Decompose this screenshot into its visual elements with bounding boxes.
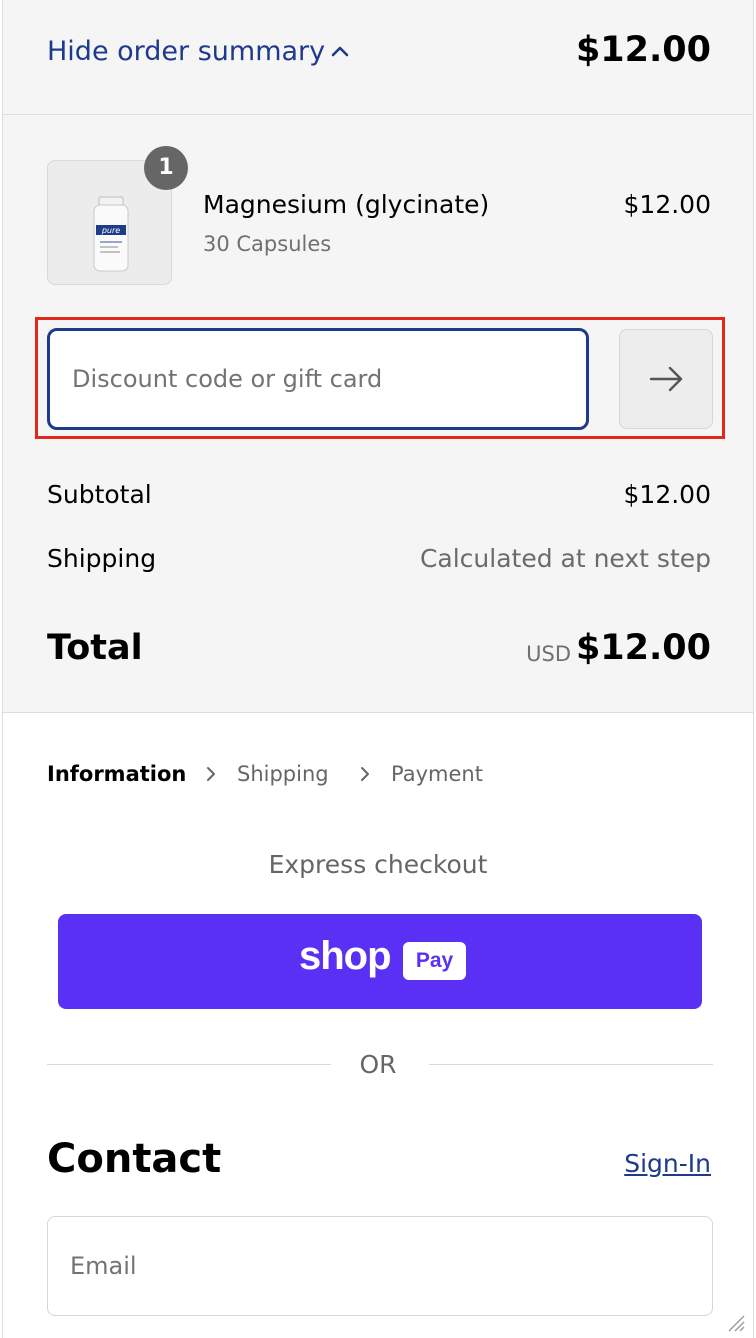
total-currency: USD [526, 642, 571, 666]
product-name: Magnesium (glycinate) [203, 190, 490, 219]
arrow-right-icon [649, 366, 683, 392]
chevron-right-icon [207, 767, 215, 781]
quantity-badge: 1 [144, 146, 188, 190]
resize-handle-icon[interactable] [727, 1314, 745, 1332]
contact-heading: Contact [47, 1136, 222, 1182]
shop-pay-button[interactable]: shop Pay [58, 914, 702, 1009]
order-summary-toggle-label[interactable]: Hide order summary [47, 36, 325, 67]
order-summary-total: $12.00 [575, 30, 711, 70]
shipping-label: Shipping [47, 544, 157, 573]
apply-discount-button[interactable] [619, 329, 713, 429]
product-variant: 30 Capsules [203, 232, 332, 256]
breadcrumb-shipping: Shipping [237, 762, 329, 786]
order-summary-toggle[interactable]: Hide order summary $12.00 [3, 0, 753, 115]
subtotal-value: $12.00 [623, 480, 711, 509]
or-separator: OR [359, 1050, 397, 1079]
chevron-up-icon [331, 46, 349, 57]
shipping-value: Calculated at next step [419, 544, 711, 573]
order-summary: Hide order summary $12.00 pure 1 Magnesi… [3, 0, 753, 712]
summary-divider [3, 712, 753, 713]
discount-code-input[interactable] [47, 328, 589, 430]
chevron-right-icon [361, 767, 369, 781]
sign-in-link[interactable]: Sign-In [624, 1149, 711, 1178]
total-value: $12.00 [575, 628, 711, 668]
express-checkout-title: Express checkout [268, 850, 488, 879]
shop-pay-logo-shop: shop [299, 934, 392, 978]
product-image-brand: pure [101, 226, 120, 235]
subtotal-label: Subtotal [47, 480, 152, 509]
total-label: Total [47, 628, 143, 668]
checkout-frame: Hide order summary $12.00 pure 1 Magnesi… [2, 0, 754, 1338]
breadcrumb-information[interactable]: Information [47, 762, 186, 786]
product-price: $12.00 [623, 190, 711, 219]
shop-pay-logo-pay: Pay [403, 942, 466, 980]
email-field[interactable] [47, 1216, 713, 1316]
breadcrumb-payment: Payment [391, 762, 483, 786]
